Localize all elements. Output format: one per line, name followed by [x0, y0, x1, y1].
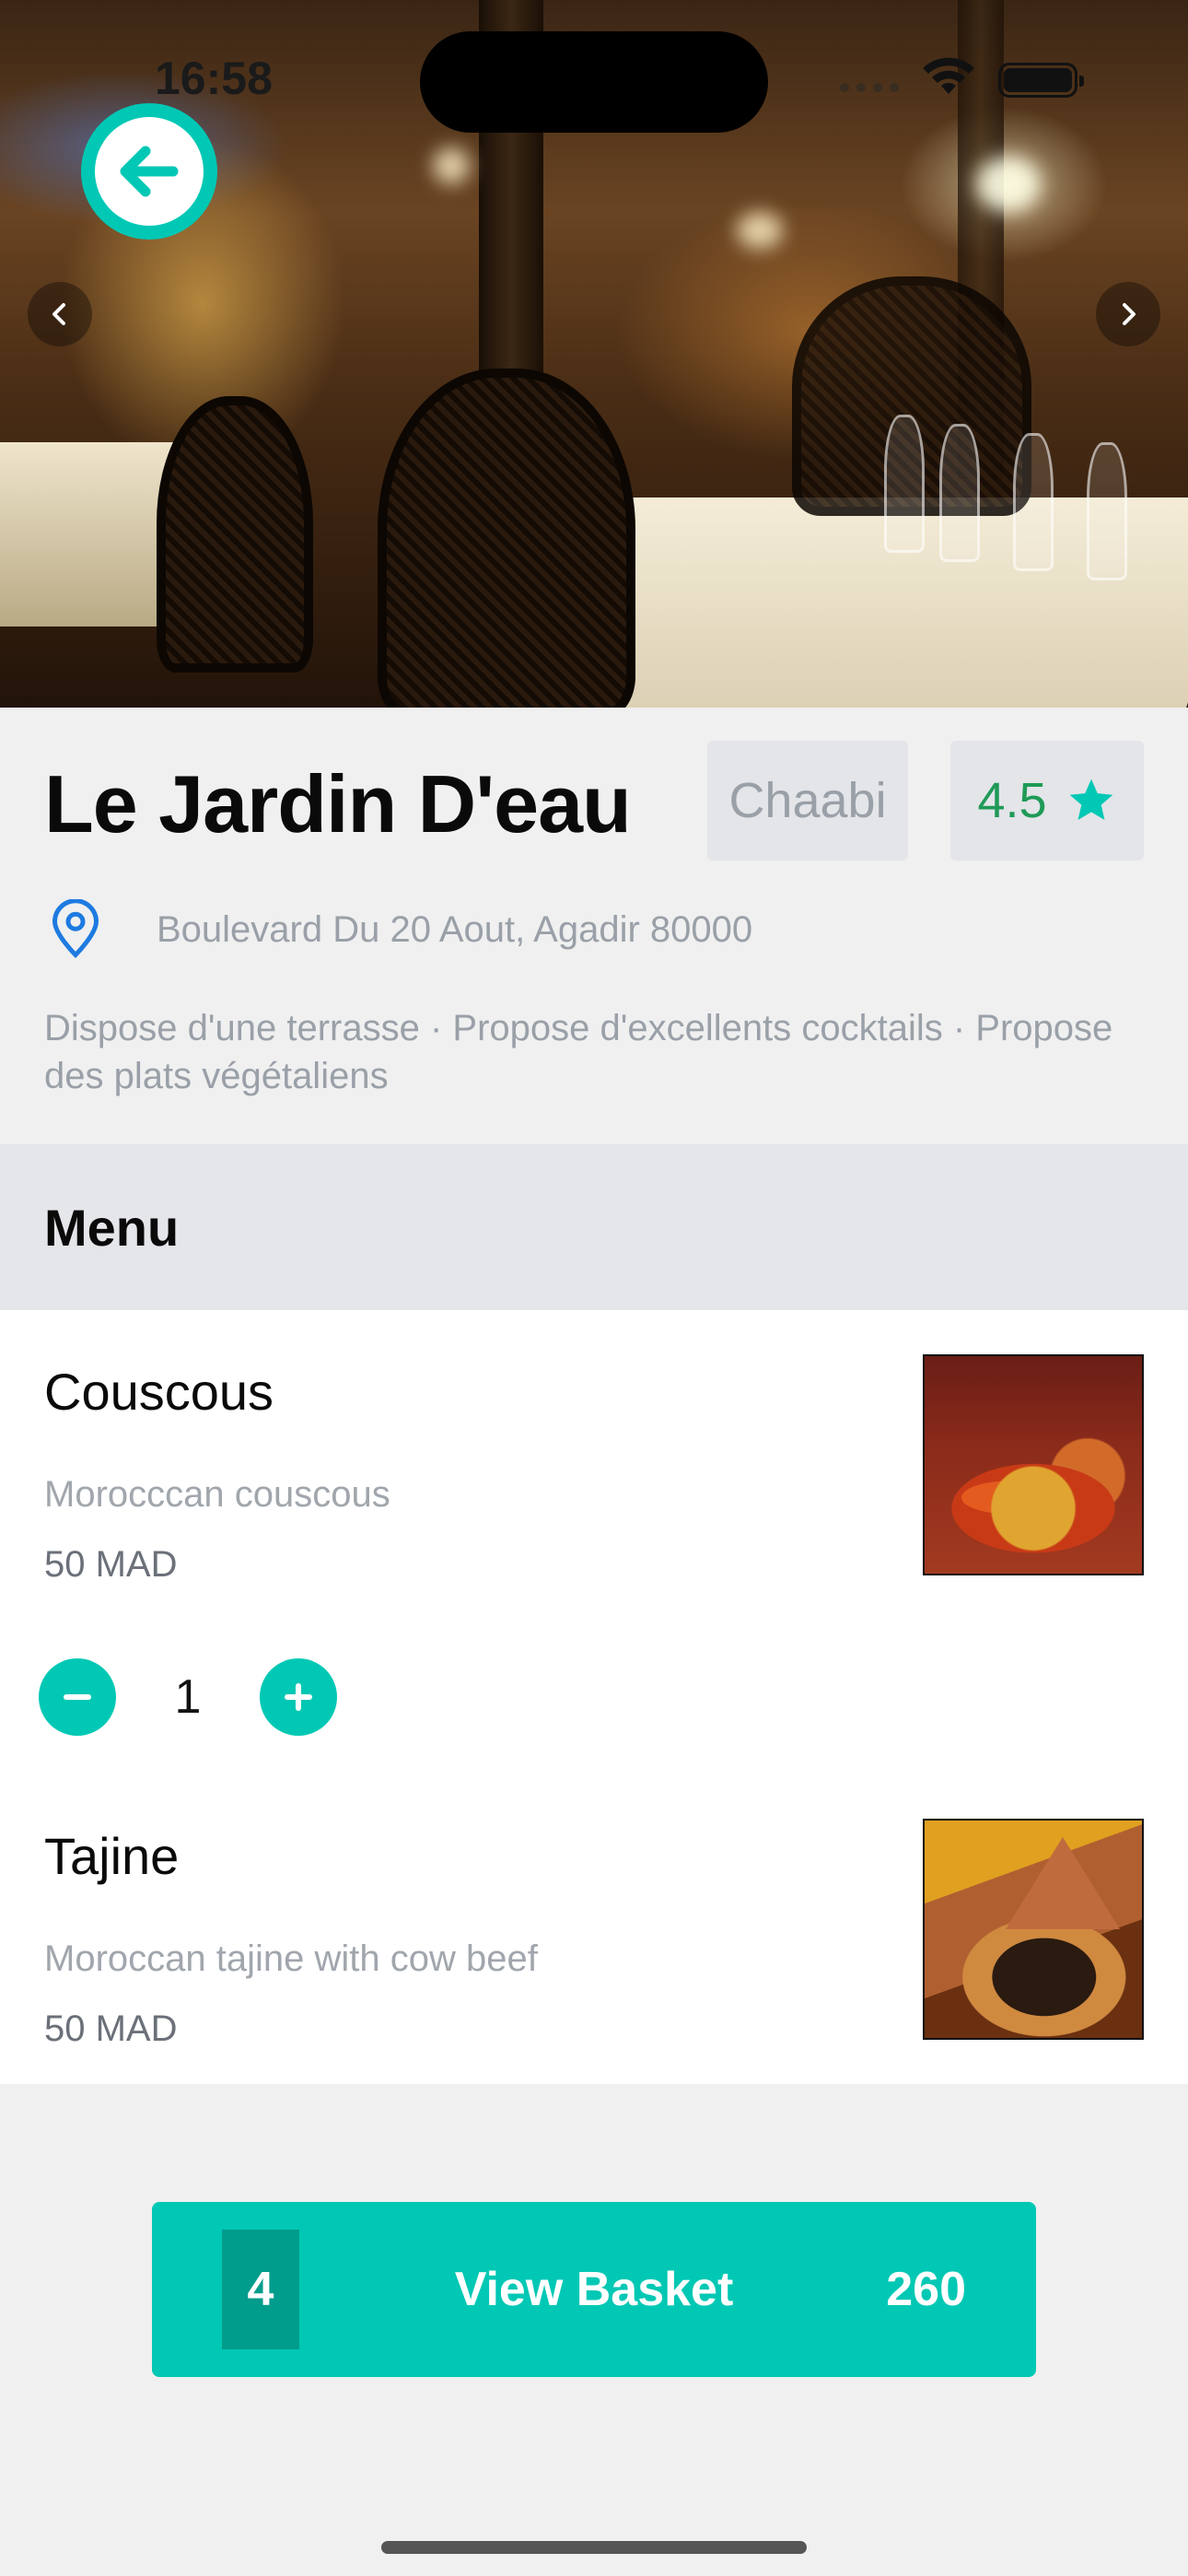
carousel-prev-button[interactable] [28, 282, 92, 346]
view-basket-button[interactable]: View Basket 4 260 [152, 2202, 1036, 2377]
back-arrow-icon [120, 146, 179, 197]
restaurant-name: Le Jardin D'eau [44, 758, 632, 849]
restaurant-tags: Dispose d'une terrasse · Propose d'excel… [44, 1008, 1113, 1096]
cuisine-badge: Chaabi [707, 741, 908, 861]
basket-count-badge: 4 [222, 2230, 299, 2349]
home-indicator [381, 2541, 807, 2554]
menu-item-price: 50 MAD [44, 1544, 178, 1585]
menu-item-description: Morocccan couscous [44, 1474, 390, 1515]
menu-item-image [923, 1354, 1144, 1575]
rating-value: 4.5 [977, 773, 1047, 828]
status-time: 16:58 [155, 53, 273, 104]
menu-title: Menu [44, 1199, 180, 1257]
menu-item-price: 50 MAD [44, 2008, 178, 2049]
rating-badge: 4.5 [950, 741, 1144, 861]
location-pin-icon [52, 899, 99, 959]
increase-button[interactable] [260, 1658, 337, 1736]
menu-item-image [923, 1819, 1144, 2040]
hero-lamp [737, 212, 783, 249]
star-icon [1069, 779, 1112, 820]
hero-chair [157, 396, 313, 673]
back-button[interactable] [81, 103, 217, 240]
plus-icon [285, 1683, 312, 1711]
hero-glass [1087, 442, 1127, 580]
menu-list: Couscous Morocccan couscous 50 MAD 1 Taj… [0, 1310, 1188, 2084]
cellular-signal-icon [840, 83, 899, 92]
decrease-button[interactable] [39, 1658, 116, 1736]
dynamic-island [420, 31, 768, 133]
hero-lamp [433, 147, 470, 184]
menu-header: Menu [0, 1144, 1188, 1310]
menu-item-name: Tajine [44, 1827, 180, 1885]
quantity-value: 1 [174, 1670, 202, 1724]
hero-glass [884, 415, 925, 553]
hero-chair [378, 369, 635, 708]
hero-glass [939, 424, 980, 562]
minus-icon [64, 1694, 91, 1700]
menu-item-name: Couscous [44, 1363, 274, 1421]
battery-icon [998, 63, 1084, 98]
carousel-next-button[interactable] [1096, 282, 1160, 346]
basket-total: 260 [886, 2263, 966, 2316]
restaurant-info: Le Jardin D'eau Chaabi 4.5 Boulevard Du … [0, 708, 1188, 1144]
address-text: Boulevard Du 20 Aout, Agadir 80000 [157, 908, 753, 950]
hero-glass [1013, 433, 1054, 571]
hero-lamp [976, 157, 1041, 212]
address-row: Boulevard Du 20 Aout, Agadir 80000 [48, 899, 752, 960]
menu-item-description: Moroccan tajine with cow beef [44, 1938, 538, 1979]
chevron-left-icon [52, 303, 65, 325]
hero-image: 16:58 [0, 0, 1188, 708]
chevron-right-icon [1123, 303, 1136, 325]
wifi-icon [923, 57, 974, 94]
quantity-stepper: 1 [39, 1658, 337, 1736]
